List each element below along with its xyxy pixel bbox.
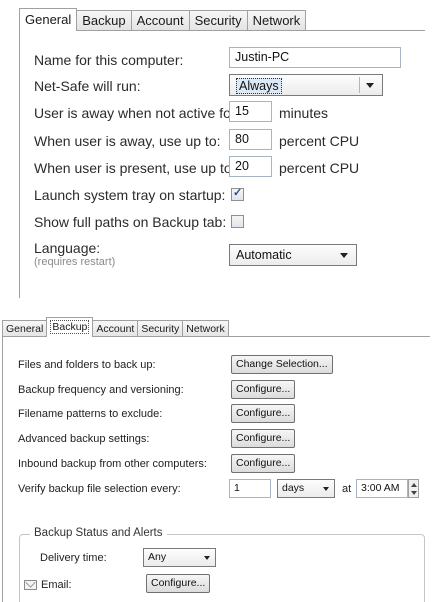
verify-at-label: at	[342, 483, 352, 495]
general-tab-content: Name for this computer: Justin-PC Net-Sa…	[19, 30, 425, 298]
away-inactive-field[interactable]: 15	[229, 101, 272, 122]
tab-network[interactable]: Network	[182, 320, 229, 337]
run-mode-label: Net-Safe will run:	[34, 78, 141, 94]
full-paths-checkbox[interactable]	[231, 215, 244, 228]
computer-name-field[interactable]: Justin-PC	[229, 47, 401, 68]
away-inactive-label: User is away when not active for:	[34, 105, 240, 121]
envelope-icon	[24, 580, 37, 590]
spinner-up-icon[interactable]	[411, 483, 417, 487]
tab-backup[interactable]: Backup	[76, 10, 132, 31]
present-cpu-field[interactable]: 20	[229, 156, 272, 177]
dropdown-arrow-icon	[323, 487, 329, 491]
launch-tray-checkbox[interactable]: ✓	[231, 187, 244, 201]
language-value: Automatic	[236, 248, 292, 262]
backup-status-group: Backup Status and Alerts Delivery time: …	[19, 527, 425, 602]
inbound-label: Inbound backup from other computers:	[18, 458, 207, 470]
verify-time-spinner[interactable]	[408, 479, 419, 498]
language-restart-note: (requires restart)	[34, 256, 116, 268]
run-mode-dropdown[interactable]: Always	[229, 74, 383, 96]
tab-security[interactable]: Security	[137, 320, 184, 337]
tab-backup[interactable]: Backup	[46, 317, 94, 337]
email-label: Email:	[41, 579, 72, 591]
launch-tray-label: Launch system tray on startup:	[34, 187, 226, 203]
spinner-down-icon[interactable]	[411, 491, 417, 495]
frequency-configure-button[interactable]: Configure...	[231, 380, 296, 399]
checkbox-checked-icon: ✓	[233, 187, 243, 199]
verify-interval-field[interactable]: 1	[229, 479, 271, 498]
away-cpu-field[interactable]: 80	[229, 129, 272, 150]
computer-name-label: Name for this computer:	[34, 52, 184, 68]
delivery-time-dropdown[interactable]: Any	[143, 548, 216, 567]
patterns-configure-button[interactable]: Configure...	[231, 404, 296, 423]
backup-status-group-title: Backup Status and Alerts	[30, 527, 167, 539]
tab-network[interactable]: Network	[246, 10, 307, 31]
email-configure-button[interactable]: Configure...	[146, 574, 211, 593]
change-selection-button[interactable]: Change Selection...	[231, 355, 333, 374]
verify-time-field[interactable]: 3:00 AM	[356, 479, 408, 498]
verify-label: Verify backup file selection every:	[18, 483, 181, 495]
tab-general[interactable]: General	[19, 8, 78, 31]
tab-strip: General Backup Account Security Network	[2, 317, 229, 337]
files-folders-label: Files and folders to back up:	[18, 359, 156, 371]
tab-security[interactable]: Security	[188, 10, 248, 31]
present-cpu-unit: percent CPU	[279, 160, 360, 176]
tab-general[interactable]: General	[2, 320, 48, 337]
delivery-time-label: Delivery time:	[40, 552, 107, 564]
advanced-label: Advanced backup settings:	[18, 433, 150, 445]
language-dropdown[interactable]: Automatic	[229, 244, 357, 266]
tab-account[interactable]: Account	[92, 320, 139, 337]
inbound-configure-button[interactable]: Configure...	[231, 454, 296, 473]
dropdown-arrow-icon	[366, 83, 374, 88]
backup-tab-content: Files and folders to back up: Change Sel…	[2, 336, 430, 602]
verify-unit-value: days	[282, 482, 305, 494]
away-cpu-unit: percent CPU	[279, 133, 360, 149]
general-settings-panel: General Backup Account Security Network …	[19, 8, 425, 298]
tab-account[interactable]: Account	[130, 10, 190, 31]
away-inactive-unit: minutes	[279, 105, 329, 121]
tab-backup-label: Backup	[50, 320, 90, 334]
verify-unit-dropdown[interactable]: days	[277, 479, 335, 498]
language-label: Language:	[34, 240, 101, 256]
full-paths-label: Show full paths on Backup tab:	[34, 214, 227, 230]
away-cpu-label: When user is away, use up to:	[34, 133, 221, 149]
run-mode-value: Always	[236, 78, 282, 94]
present-cpu-label: When user is present, use up to:	[34, 160, 236, 176]
backup-settings-panel: General Backup Account Security Network …	[0, 317, 435, 602]
dropdown-arrow-icon	[204, 556, 210, 560]
patterns-label: Filename patterns to exclude:	[18, 408, 163, 420]
frequency-label: Backup frequency and versioning:	[18, 384, 184, 396]
advanced-configure-button[interactable]: Configure...	[231, 429, 296, 448]
delivery-time-value: Any	[148, 551, 167, 563]
tab-strip: General Backup Account Security Network	[19, 8, 307, 31]
dropdown-arrow-icon	[340, 253, 348, 258]
